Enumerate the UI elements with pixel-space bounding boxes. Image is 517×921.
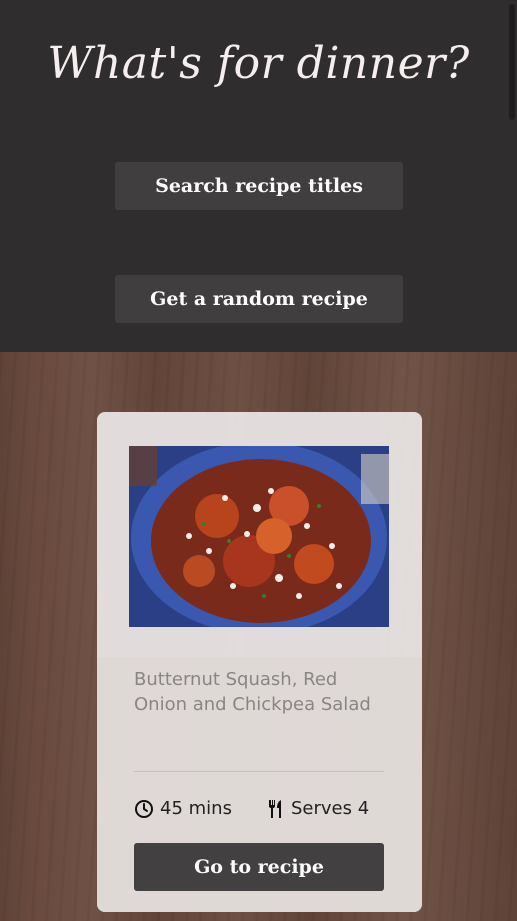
page-title: What's for dinner? <box>47 38 470 89</box>
recipe-card: Butternut Squash, Red Onion and Chickpea… <box>97 412 422 912</box>
random-recipe-button[interactable]: Get a random recipe <box>115 275 403 323</box>
recipe-photo-image <box>129 446 389 627</box>
recipe-name[interactable]: Butternut Squash, Red Onion and Chickpea… <box>134 667 384 717</box>
go-to-recipe-button[interactable]: Go to recipe <box>134 843 384 891</box>
divider <box>134 771 384 772</box>
header: What's for dinner? Search recipe titles … <box>0 0 517 352</box>
scrollbar[interactable] <box>507 0 517 352</box>
recipe-time: 45 mins <box>134 798 232 819</box>
utensils-icon <box>269 799 281 818</box>
search-recipe-titles-button[interactable]: Search recipe titles <box>115 162 403 210</box>
clock-icon <box>135 799 153 818</box>
recipe-serves-label: Serves 4 <box>291 798 370 819</box>
recipe-serves: Serves 4 <box>267 798 369 819</box>
scrollbar-thumb[interactable] <box>509 4 515 120</box>
recipe-photo[interactable] <box>129 446 389 627</box>
recipe-time-label: 45 mins <box>160 798 232 819</box>
